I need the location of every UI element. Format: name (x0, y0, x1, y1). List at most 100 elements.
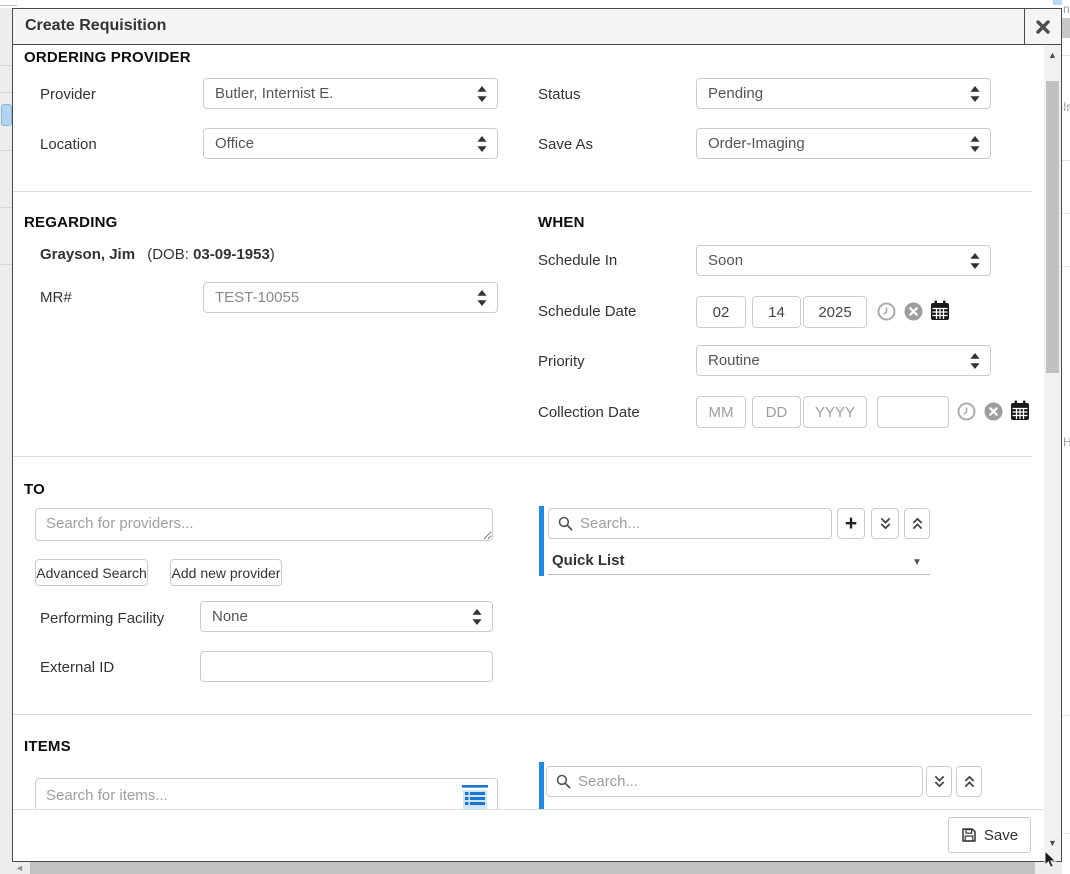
divider (0, 92, 12, 93)
section-heading-to: TO (24, 481, 45, 498)
section-divider (13, 456, 1032, 457)
save-button[interactable]: Save (948, 817, 1031, 853)
search-icon (556, 774, 571, 789)
item-search-input[interactable] (35, 778, 498, 812)
items-panel-search-input[interactable] (578, 773, 913, 790)
items-collapse-all-button[interactable] (956, 766, 982, 797)
plus-icon: + (845, 512, 857, 536)
background-gray-band (1062, 18, 1070, 38)
select-arrows-icon (477, 86, 487, 102)
scroll-down-arrow-icon[interactable]: ▼ (1044, 838, 1061, 848)
collection-date-label: Collection Date (538, 404, 640, 421)
collapse-all-button[interactable] (904, 508, 930, 539)
items-panel-searchbox[interactable] (546, 766, 923, 797)
item-list-icon[interactable] (460, 785, 490, 809)
external-id-input[interactable] (200, 651, 493, 682)
schedule-date-time-icon[interactable] (877, 302, 896, 321)
close-icon (1036, 20, 1050, 34)
schedule-date-day-input[interactable] (752, 296, 801, 328)
patient-dob-prefix: (DOB: (147, 246, 193, 263)
location-label: Location (40, 136, 97, 153)
location-select[interactable]: Office (203, 128, 498, 159)
modal-title: Create Requisition (25, 17, 166, 35)
collection-date-month-input[interactable] (696, 396, 746, 428)
section-heading-ordering-provider: ORDERING PROVIDER (24, 49, 191, 66)
quick-list-caret-icon[interactable]: ▼ (912, 557, 922, 568)
divider (1062, 715, 1070, 716)
schedule-in-select[interactable]: Soon (696, 245, 991, 276)
items-panel-accent-bar (539, 762, 544, 809)
section-heading-regarding: REGARDING (24, 214, 117, 231)
collection-date-time-icon[interactable] (957, 402, 976, 421)
patient-dob: 03-09-1953 (193, 246, 270, 263)
status-label: Status (538, 86, 581, 103)
search-icon (558, 516, 573, 531)
priority-select-value: Routine (708, 352, 760, 369)
expand-all-button[interactable] (871, 508, 899, 539)
to-panel-search-input[interactable] (580, 515, 822, 532)
section-divider (13, 191, 1032, 192)
to-panel-accent-bar (539, 506, 544, 576)
modal-body: ORDERING PROVIDER Provider Butler, Inter… (13, 45, 1061, 861)
background-right-strip: n Ir H (1062, 0, 1070, 874)
to-panel-searchbox[interactable] (548, 508, 832, 539)
add-new-provider-button[interactable]: Add new provider (170, 559, 282, 586)
collection-date-clear-icon[interactable] (984, 402, 1003, 421)
select-arrows-icon (477, 136, 487, 152)
items-expand-all-button[interactable] (926, 766, 952, 797)
performing-facility-label: Performing Facility (40, 610, 164, 627)
horizontal-scrollbar-thumb[interactable] (30, 862, 1035, 874)
divider (0, 65, 12, 66)
close-button[interactable] (1024, 9, 1061, 44)
schedule-date-clear-icon[interactable] (904, 302, 923, 321)
priority-select[interactable]: Routine (696, 345, 991, 376)
section-heading-items: ITEMS (24, 738, 71, 755)
divider (0, 264, 12, 265)
divider (1062, 833, 1070, 834)
save-as-label: Save As (538, 136, 593, 153)
select-arrows-icon (970, 253, 980, 269)
divider (1062, 160, 1070, 161)
vertical-scrollbar-thumb[interactable] (1046, 81, 1059, 373)
status-select-value: Pending (708, 85, 763, 102)
scroll-left-arrow-icon[interactable]: ◄ (15, 862, 24, 874)
section-divider (13, 714, 1032, 715)
background-left-strip (0, 8, 12, 874)
modal-footer: Save (13, 809, 1044, 861)
patient-name: Grayson, Jim (40, 246, 135, 263)
performing-facility-select[interactable]: None (200, 601, 493, 632)
add-provider-to-list-button[interactable]: + (837, 508, 865, 539)
save-button-label: Save (984, 827, 1018, 844)
vertical-scrollbar[interactable]: ▲ ▼ (1044, 45, 1061, 861)
advanced-search-button[interactable]: Advanced Search (35, 559, 148, 586)
background-text-fragment: H (1063, 435, 1070, 449)
status-select[interactable]: Pending (696, 78, 991, 109)
select-arrows-icon (970, 353, 980, 369)
schedule-in-label: Schedule In (538, 252, 617, 269)
collection-date-year-input[interactable] (803, 396, 867, 428)
schedule-date-calendar-icon[interactable] (930, 300, 950, 321)
provider-select-value: Butler, Internist E. (215, 85, 333, 102)
collection-date-time-input[interactable] (877, 396, 949, 428)
collection-date-calendar-icon[interactable] (1010, 400, 1030, 421)
schedule-date-year-input[interactable] (803, 296, 867, 328)
horizontal-scrollbar[interactable]: ◄ (12, 862, 1062, 874)
provider-select[interactable]: Butler, Internist E. (203, 78, 498, 109)
patient-dob-suffix: ) (270, 246, 275, 263)
mr-select[interactable]: TEST-10055 (203, 282, 498, 313)
priority-label: Priority (538, 353, 585, 370)
schedule-date-label: Schedule Date (538, 303, 636, 320)
collection-date-day-input[interactable] (752, 396, 801, 428)
patient-line: Grayson, Jim (DOB: 03-09-1953) (40, 246, 275, 263)
double-chevron-up-icon (963, 775, 976, 788)
scroll-up-arrow-icon[interactable]: ▲ (1044, 50, 1061, 60)
mr-select-value: TEST-10055 (215, 289, 299, 306)
modal-content: ORDERING PROVIDER Provider Butler, Inter… (13, 45, 1044, 861)
divider (1062, 55, 1070, 56)
provider-search-textarea[interactable] (35, 508, 493, 541)
create-requisition-modal: Create Requisition ORDERING PROVIDER Pro… (12, 8, 1062, 862)
screen: n Ir H Create Requisition ORDERING PROVI… (0, 0, 1070, 874)
schedule-date-month-input[interactable] (696, 296, 746, 328)
section-heading-when: WHEN (538, 214, 585, 231)
save-as-select[interactable]: Order-Imaging (696, 128, 991, 159)
